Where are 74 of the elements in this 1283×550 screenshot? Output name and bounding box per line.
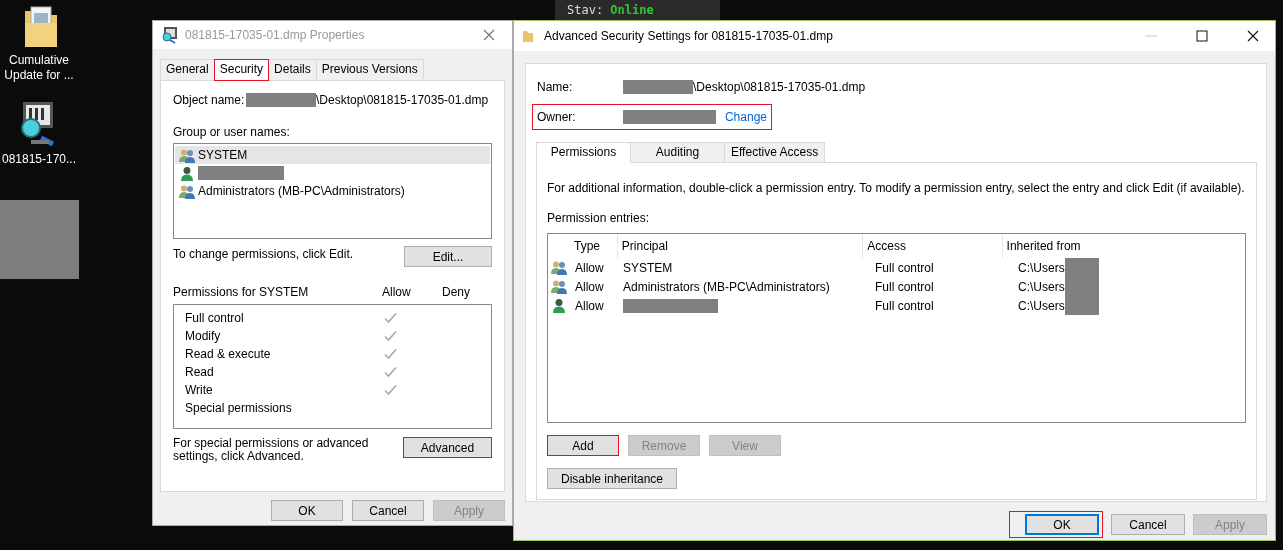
status-label: Stav:: [567, 3, 605, 17]
table-cell-text: Administrators (MB-PC\Administrators): [623, 278, 830, 296]
folder-icon: [522, 29, 534, 43]
hint-text: To change permissions, click Edit.: [173, 246, 354, 263]
users-icon: [179, 147, 195, 163]
status-value: Online: [610, 3, 654, 17]
tab[interactable]: Auditing: [630, 142, 725, 162]
section-label: Group or user names:: [173, 124, 291, 141]
user-icon: [551, 298, 567, 313]
list-item[interactable]: Administrators (MB-PC\Administrators): [175, 182, 490, 200]
icon-label[interactable]: 081815-170...: [1, 152, 77, 167]
column-header: Allow: [382, 284, 412, 301]
column-header: Deny: [442, 284, 471, 301]
users-icon: [179, 183, 195, 199]
section-label: Permissions for SYSTEM: [173, 284, 310, 301]
change-link[interactable]: Change: [724, 108, 767, 126]
disable-inheritance-button[interactable]: Disable inheritance: [547, 468, 677, 489]
field-value: \Desktop\081815-17035-01.dmp: [693, 79, 866, 96]
advanced-button[interactable]: Advanced: [403, 437, 492, 458]
window-title: Advanced Security Settings for 081815-17035-01.dmp: [544, 28, 834, 45]
table-cell-text: C:\Users: [1018, 297, 1065, 315]
monitor-magnifier-icon: [161, 26, 179, 44]
users-icon: [551, 260, 567, 275]
tab[interactable]: Effective Access: [724, 142, 826, 162]
list-item[interactable]: SYSTEM: [175, 146, 490, 164]
window-title: 081815-17035-01.dmp Properties: [185, 27, 366, 44]
close-icon: [1246, 30, 1259, 42]
permission-name: Full control: [185, 310, 245, 327]
tab[interactable]: Permissions: [536, 142, 631, 163]
table-cell-text: C:\Users: [1018, 278, 1065, 296]
permission-name: Read & execute: [185, 346, 272, 363]
tab[interactable]: General: [160, 59, 215, 80]
entry-button[interactable]: Add: [547, 435, 619, 456]
column-header[interactable]: Access: [862, 234, 1002, 258]
dialog-button[interactable]: OK: [271, 500, 343, 521]
user-name: SYSTEM: [198, 147, 248, 164]
permission-name: Read: [185, 364, 215, 381]
redaction-bar: [1064, 296, 1099, 315]
permission-name: Write: [185, 382, 214, 399]
table-cell-text: Allow: [574, 260, 604, 275]
permission-name: Special permissions: [185, 400, 293, 417]
column-header[interactable]: Type: [570, 234, 617, 258]
user-name: Administrators (MB-PC\Administrators): [198, 183, 405, 200]
section-label: Permission entries:: [547, 210, 651, 227]
field-label: Name:: [537, 79, 574, 96]
table-row[interactable]: Allow Administrators (MB-PC\Administrators) Full control C:\Users: [548, 277, 1245, 296]
dialog-button[interactable]: OK: [1025, 514, 1099, 535]
field-label: Object name:: [173, 92, 246, 109]
table-row[interactable]: Allow SYSTEM Full control C:\Users: [548, 258, 1245, 277]
table-row[interactable]: Allow Full control C:\Users: [548, 296, 1245, 315]
table-cell-text: C:\Users: [1018, 259, 1065, 277]
maximize-icon: [1195, 30, 1208, 42]
dialog-button[interactable]: Cancel: [352, 500, 424, 521]
user-icon: [179, 165, 195, 181]
edit-button[interactable]: Edit...: [404, 246, 492, 267]
table-cell: Full control: [875, 260, 934, 275]
close-icon: [483, 29, 495, 41]
column-header[interactable]: Principal: [616, 234, 863, 258]
field-value: \Desktop\081815-17035-01.dmp: [316, 92, 489, 109]
info-text: For additional information, double-click a permission entry. To modify a permission entry, select the entry and click Edit (if available).: [547, 180, 1246, 197]
hint-text: For special permissions or advanced settings, click Advanced.: [173, 437, 370, 463]
tab[interactable]: Security: [213, 59, 270, 81]
table-cell-text: Allow: [574, 279, 604, 294]
redaction-bar: [1064, 258, 1099, 277]
table-cell: Full control: [875, 298, 934, 313]
table-cell-text: Allow: [574, 298, 604, 313]
dialog-button[interactable]: Cancel: [1111, 514, 1185, 535]
tab[interactable]: Previous Versions: [315, 59, 424, 80]
field-label: Owner:: [537, 109, 577, 126]
users-icon: [551, 279, 567, 294]
icon-label[interactable]: Cumulative Update for ...: [0, 53, 78, 83]
table-cell: Full control: [875, 279, 934, 294]
permission-name: Modify: [185, 328, 222, 345]
table-cell-text: SYSTEM: [623, 259, 673, 277]
